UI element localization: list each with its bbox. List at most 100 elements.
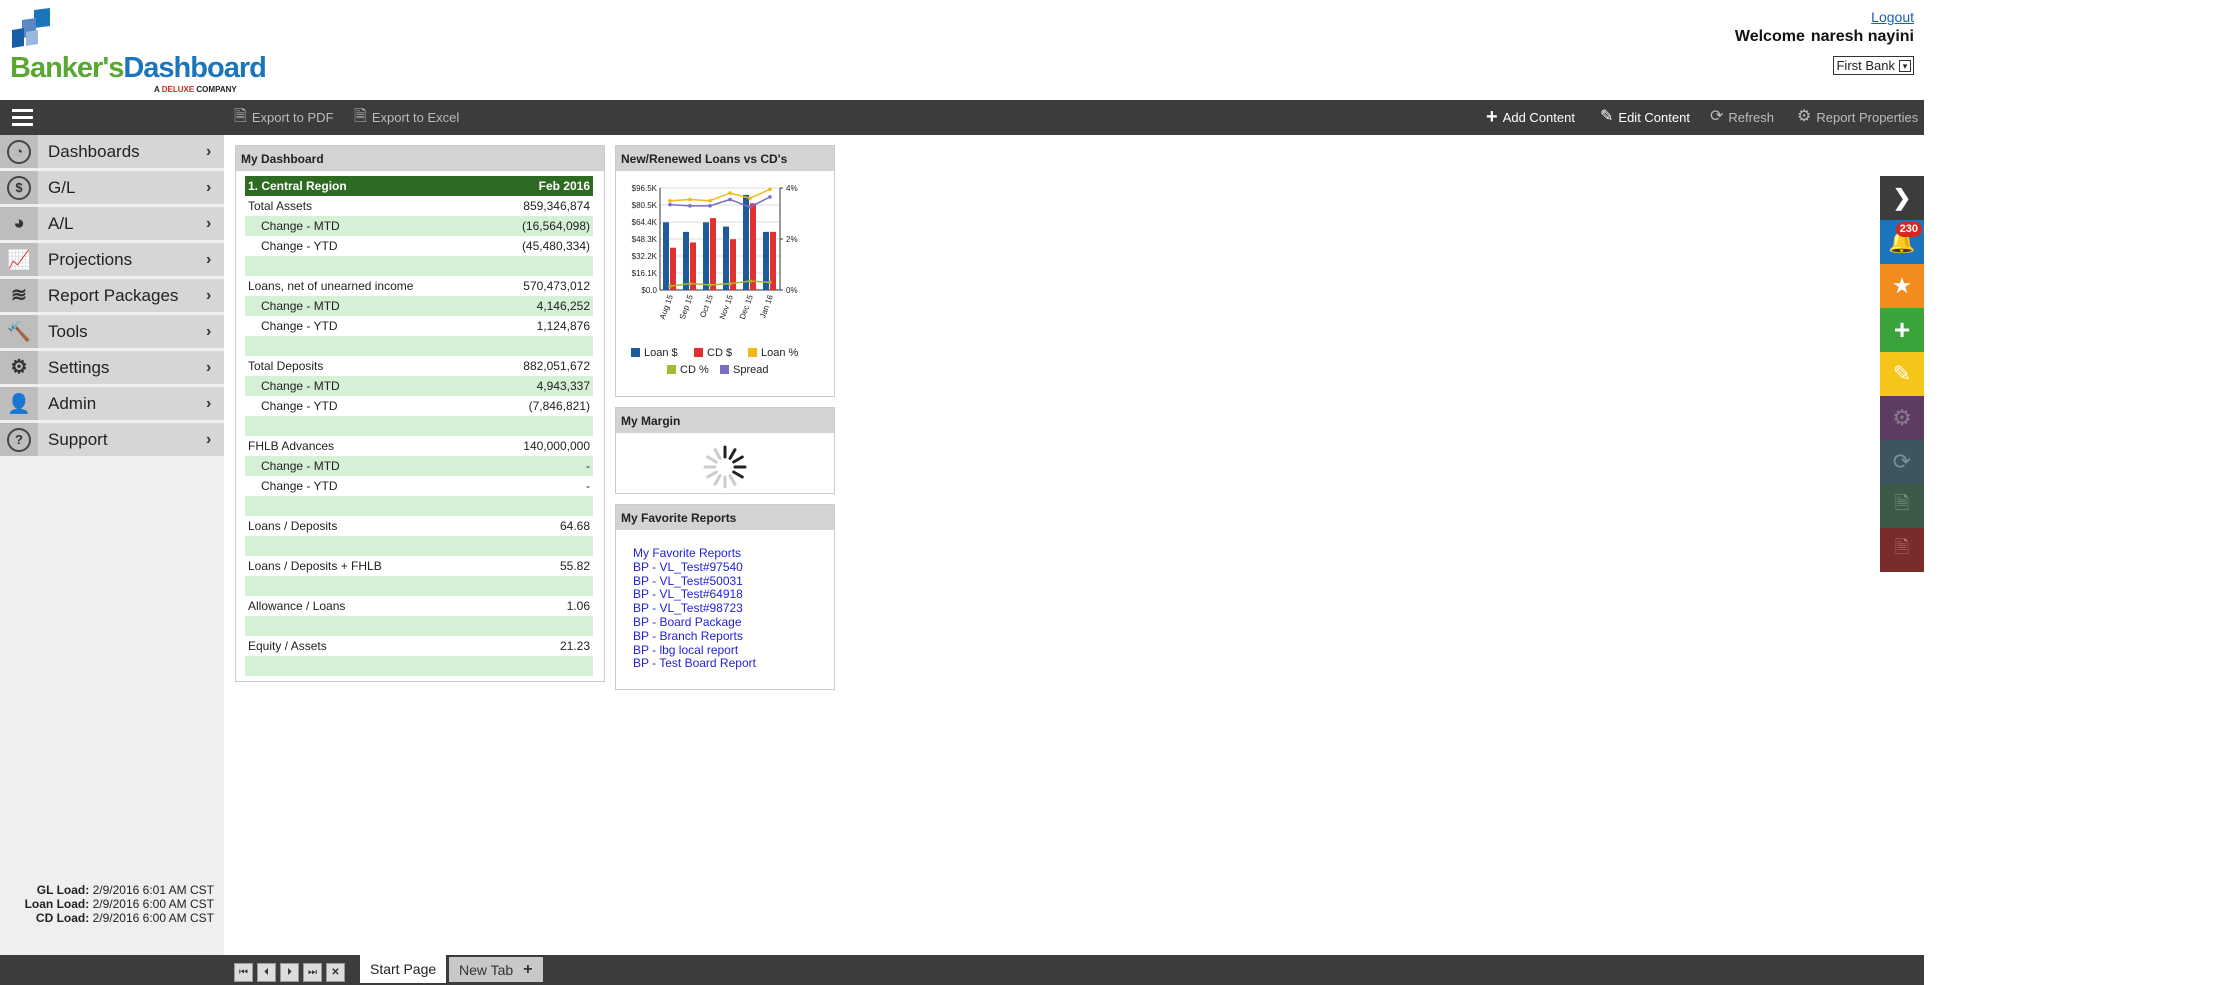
last-tab-icon[interactable]: ⏭ xyxy=(303,963,322,982)
spacer-row xyxy=(245,656,593,676)
spacer-row xyxy=(245,256,593,276)
favorites-button[interactable]: ★ xyxy=(1880,264,1924,308)
sidebar-item-label: Support xyxy=(48,429,108,449)
table-row: Total Deposits 882,051,672 xyxy=(245,356,593,376)
legend-label: Spread xyxy=(733,364,768,376)
row-label: Equity / Assets xyxy=(248,639,327,653)
sidebar-item-label: Report Packages xyxy=(48,285,179,305)
chevron-right-icon: › xyxy=(206,214,212,232)
next-tab-icon[interactable]: ⏵ xyxy=(280,963,299,982)
row-value: 859,346,874 xyxy=(523,199,590,213)
load-status: GL Load: 2/9/2016 6:01 AM CST Loan Load: … xyxy=(0,883,214,925)
hamburger-menu-icon[interactable] xyxy=(12,109,33,126)
sidebar: ◔ Dashboards › $ G/L › ◕ A/L › 📈 Projections › ≋ Repo… xyxy=(0,135,224,955)
row-label: Total Deposits xyxy=(248,359,324,373)
point-spread xyxy=(768,195,772,199)
bankers-dashboard-logo[interactable]: Banker'sDashboard A DELUXE COMPANY xyxy=(10,8,270,94)
row-label: Change - YTD xyxy=(261,319,338,333)
row-value: (16,564,098) xyxy=(488,216,593,236)
row-label: Change - YTD xyxy=(261,239,338,253)
tab-label: Start Page xyxy=(370,961,437,977)
row-value: - xyxy=(488,456,593,476)
x-tick-label: Oct 15 xyxy=(698,293,715,319)
user-area: Logout Welcome naresh nayini First Bank ▾ xyxy=(1729,9,1914,75)
favorite-report-link[interactable]: BP - Board Package xyxy=(633,615,742,629)
point-cd- xyxy=(728,281,732,286)
sidebar-item-admin[interactable]: 👤 Admin › xyxy=(0,387,224,420)
expand-panel-button[interactable]: ❯ xyxy=(1880,176,1924,220)
close-tab-icon[interactable]: ✕ xyxy=(326,963,345,982)
sidebar-item-settings[interactable]: ⚙ Settings › xyxy=(0,351,224,384)
export-excel-button[interactable]: 🗎 Export to Excel xyxy=(354,109,459,125)
favorite-report-link[interactable]: BP - lbg local report xyxy=(633,643,738,657)
legend-label: Loan % xyxy=(761,347,799,359)
edit-button[interactable]: ✎ xyxy=(1880,352,1924,396)
notification-badge: 230 xyxy=(1895,222,1922,237)
sidebar-item-a-l[interactable]: ◕ A/L › xyxy=(0,207,224,240)
previous-tab-icon[interactable]: ⏴ xyxy=(257,963,276,982)
hammer-icon: 🔨 xyxy=(7,321,31,343)
tab-new-tab[interactable]: New Tab + xyxy=(449,957,543,982)
x-tick-label: Sep 15 xyxy=(678,293,695,320)
sidebar-item-report-packages[interactable]: ≋ Report Packages › xyxy=(0,279,224,312)
logout-link[interactable]: Logout xyxy=(1729,9,1914,25)
legend-swatch xyxy=(748,348,757,357)
dashboard-table: 1. Central Region Feb 2016 Total Assets 8… xyxy=(245,176,593,676)
icon-wrap: 👤 xyxy=(0,387,38,420)
tab-start-page[interactable]: Start Page xyxy=(360,955,447,983)
table-row: Change - MTD (16,564,098) xyxy=(245,216,593,236)
table-row: Change - YTD - xyxy=(245,476,593,496)
edit-content-button[interactable]: ✎ Edit Content xyxy=(1600,109,1690,125)
export-pdf-button[interactable]: 🗎 Export to PDF xyxy=(234,109,334,125)
row-value: - xyxy=(586,479,590,493)
dollar-circle-icon: $ xyxy=(7,175,31,200)
row-label xyxy=(245,416,489,436)
spinner-tick xyxy=(728,448,737,460)
x-tick-label: Jan 16 xyxy=(758,293,775,319)
export-excel-button[interactable]: 🗎 xyxy=(1880,484,1924,528)
favorite-report-link[interactable]: My Favorite Reports xyxy=(633,546,741,560)
first-tab-icon[interactable]: ⏮ xyxy=(234,963,253,982)
row-label: Change - MTD xyxy=(245,296,489,316)
spacer-row xyxy=(245,576,593,596)
favorite-report-link[interactable]: BP - VL_Test#50031 xyxy=(633,574,743,588)
sidebar-item-dashboards[interactable]: ◔ Dashboards › xyxy=(0,135,224,168)
spacer-row xyxy=(245,336,593,356)
sidebar-item-support[interactable]: ? Support › xyxy=(0,423,224,456)
y2-tick-label: 4% xyxy=(786,184,798,193)
add-content-button[interactable]: + Add Content xyxy=(1486,106,1575,128)
bar-cd- xyxy=(670,247,676,290)
panel-title: My Margin xyxy=(616,408,834,433)
load-label: CD Load: xyxy=(35,911,90,925)
favorite-report-link[interactable]: BP - Test Board Report xyxy=(633,656,756,670)
sidebar-item-label: Tools xyxy=(48,321,88,341)
notifications-button[interactable]: 🔔 230 xyxy=(1880,220,1924,264)
row-label xyxy=(245,656,489,676)
y-tick-label: $16.1K xyxy=(632,269,658,278)
row-label: FHLB Advances xyxy=(248,439,335,453)
refresh-button[interactable]: ⟳ Refresh xyxy=(1710,109,1774,125)
table-row: Change - MTD - xyxy=(245,456,593,476)
favorite-report-link[interactable]: BP - Branch Reports xyxy=(633,629,743,643)
refresh-button[interactable]: ⟳ xyxy=(1880,440,1924,484)
legend-label: CD % xyxy=(680,364,709,376)
favorite-report-link[interactable]: BP - VL_Test#97540 xyxy=(633,560,743,574)
sidebar-item-tools[interactable]: 🔨 Tools › xyxy=(0,315,224,348)
icon-wrap: ◔ xyxy=(0,135,38,168)
sidebar-item-projections[interactable]: 📈 Projections › xyxy=(0,243,224,276)
row-value xyxy=(488,656,593,676)
sidebar-item-g-l[interactable]: $ G/L › xyxy=(0,171,224,204)
settings-button[interactable]: ⚙ xyxy=(1880,396,1924,440)
point-loan- xyxy=(668,198,672,203)
plus-icon: + xyxy=(1486,106,1498,128)
chevron-right-icon: › xyxy=(206,394,212,412)
favorite-report-link[interactable]: BP - VL_Test#98723 xyxy=(633,601,743,615)
table-row: Equity / Assets 21.23 xyxy=(245,636,593,656)
favorite-report-link[interactable]: BP - VL_Test#64918 xyxy=(633,587,743,601)
export-pdf-button[interactable]: 🗎 xyxy=(1880,528,1924,572)
icon-wrap: ◕ xyxy=(0,207,38,240)
bank-select[interactable]: First Bank ▾ xyxy=(1833,56,1914,75)
report-properties-button[interactable]: ⚙ Report Properties xyxy=(1797,109,1918,125)
add-button[interactable]: + xyxy=(1880,308,1924,352)
row-label xyxy=(245,576,489,596)
